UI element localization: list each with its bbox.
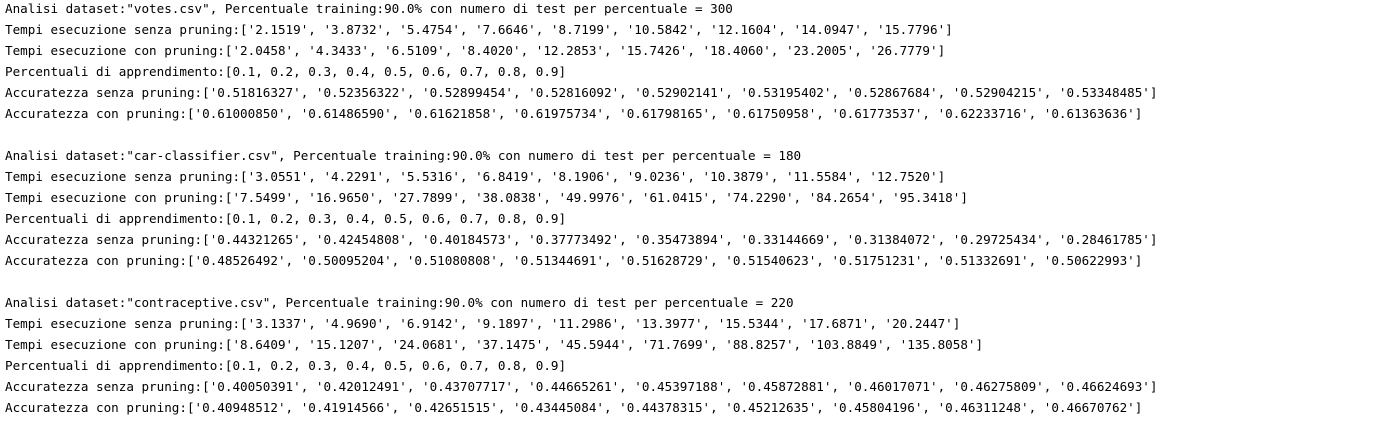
console-output: Analisi dataset:"votes.csv", Percentuale…	[0, 0, 1382, 431]
learning-percentages-line: Percentuali di apprendimento:[0.1, 0.2, …	[5, 64, 567, 79]
accuracy-without-pruning-line: Accuratezza senza pruning:['0.44321265',…	[5, 232, 1158, 247]
dataset-block-car-classifier: Analisi dataset:"car-classifier.csv", Pe…	[5, 145, 1382, 271]
dataset-block-contraceptive: Analisi dataset:"contraceptive.csv", Per…	[5, 292, 1382, 418]
accuracy-without-pruning-line: Accuratezza senza pruning:['0.51816327',…	[5, 85, 1158, 100]
times-with-pruning-line: Tempi esecuzione con pruning:['7.5499', …	[5, 190, 968, 205]
times-without-pruning-line: Tempi esecuzione senza pruning:['2.1519'…	[5, 22, 953, 37]
times-with-pruning-line: Tempi esecuzione con pruning:['2.0458', …	[5, 43, 946, 58]
accuracy-with-pruning-line: Accuratezza con pruning:['0.61000850', '…	[5, 106, 1143, 121]
times-without-pruning-line: Tempi esecuzione senza pruning:['3.0551'…	[5, 169, 946, 184]
accuracy-with-pruning-line: Accuratezza con pruning:['0.40948512', '…	[5, 400, 1143, 415]
accuracy-with-pruning-line: Accuratezza con pruning:['0.48526492', '…	[5, 253, 1143, 268]
analysis-header-line: Analisi dataset:"car-classifier.csv", Pe…	[5, 148, 802, 163]
learning-percentages-line: Percentuali di apprendimento:[0.1, 0.2, …	[5, 358, 567, 373]
times-without-pruning-line: Tempi esecuzione senza pruning:['3.1337'…	[5, 316, 961, 331]
times-with-pruning-line: Tempi esecuzione con pruning:['8.6409', …	[5, 337, 984, 352]
analysis-header-line: Analisi dataset:"votes.csv", Percentuale…	[5, 1, 733, 16]
dataset-block-votes: Analisi dataset:"votes.csv", Percentuale…	[5, 0, 1382, 124]
accuracy-without-pruning-line: Accuratezza senza pruning:['0.40050391',…	[5, 379, 1158, 394]
analysis-header-line: Analisi dataset:"contraceptive.csv", Per…	[5, 295, 794, 310]
learning-percentages-line: Percentuali di apprendimento:[0.1, 0.2, …	[5, 211, 567, 226]
